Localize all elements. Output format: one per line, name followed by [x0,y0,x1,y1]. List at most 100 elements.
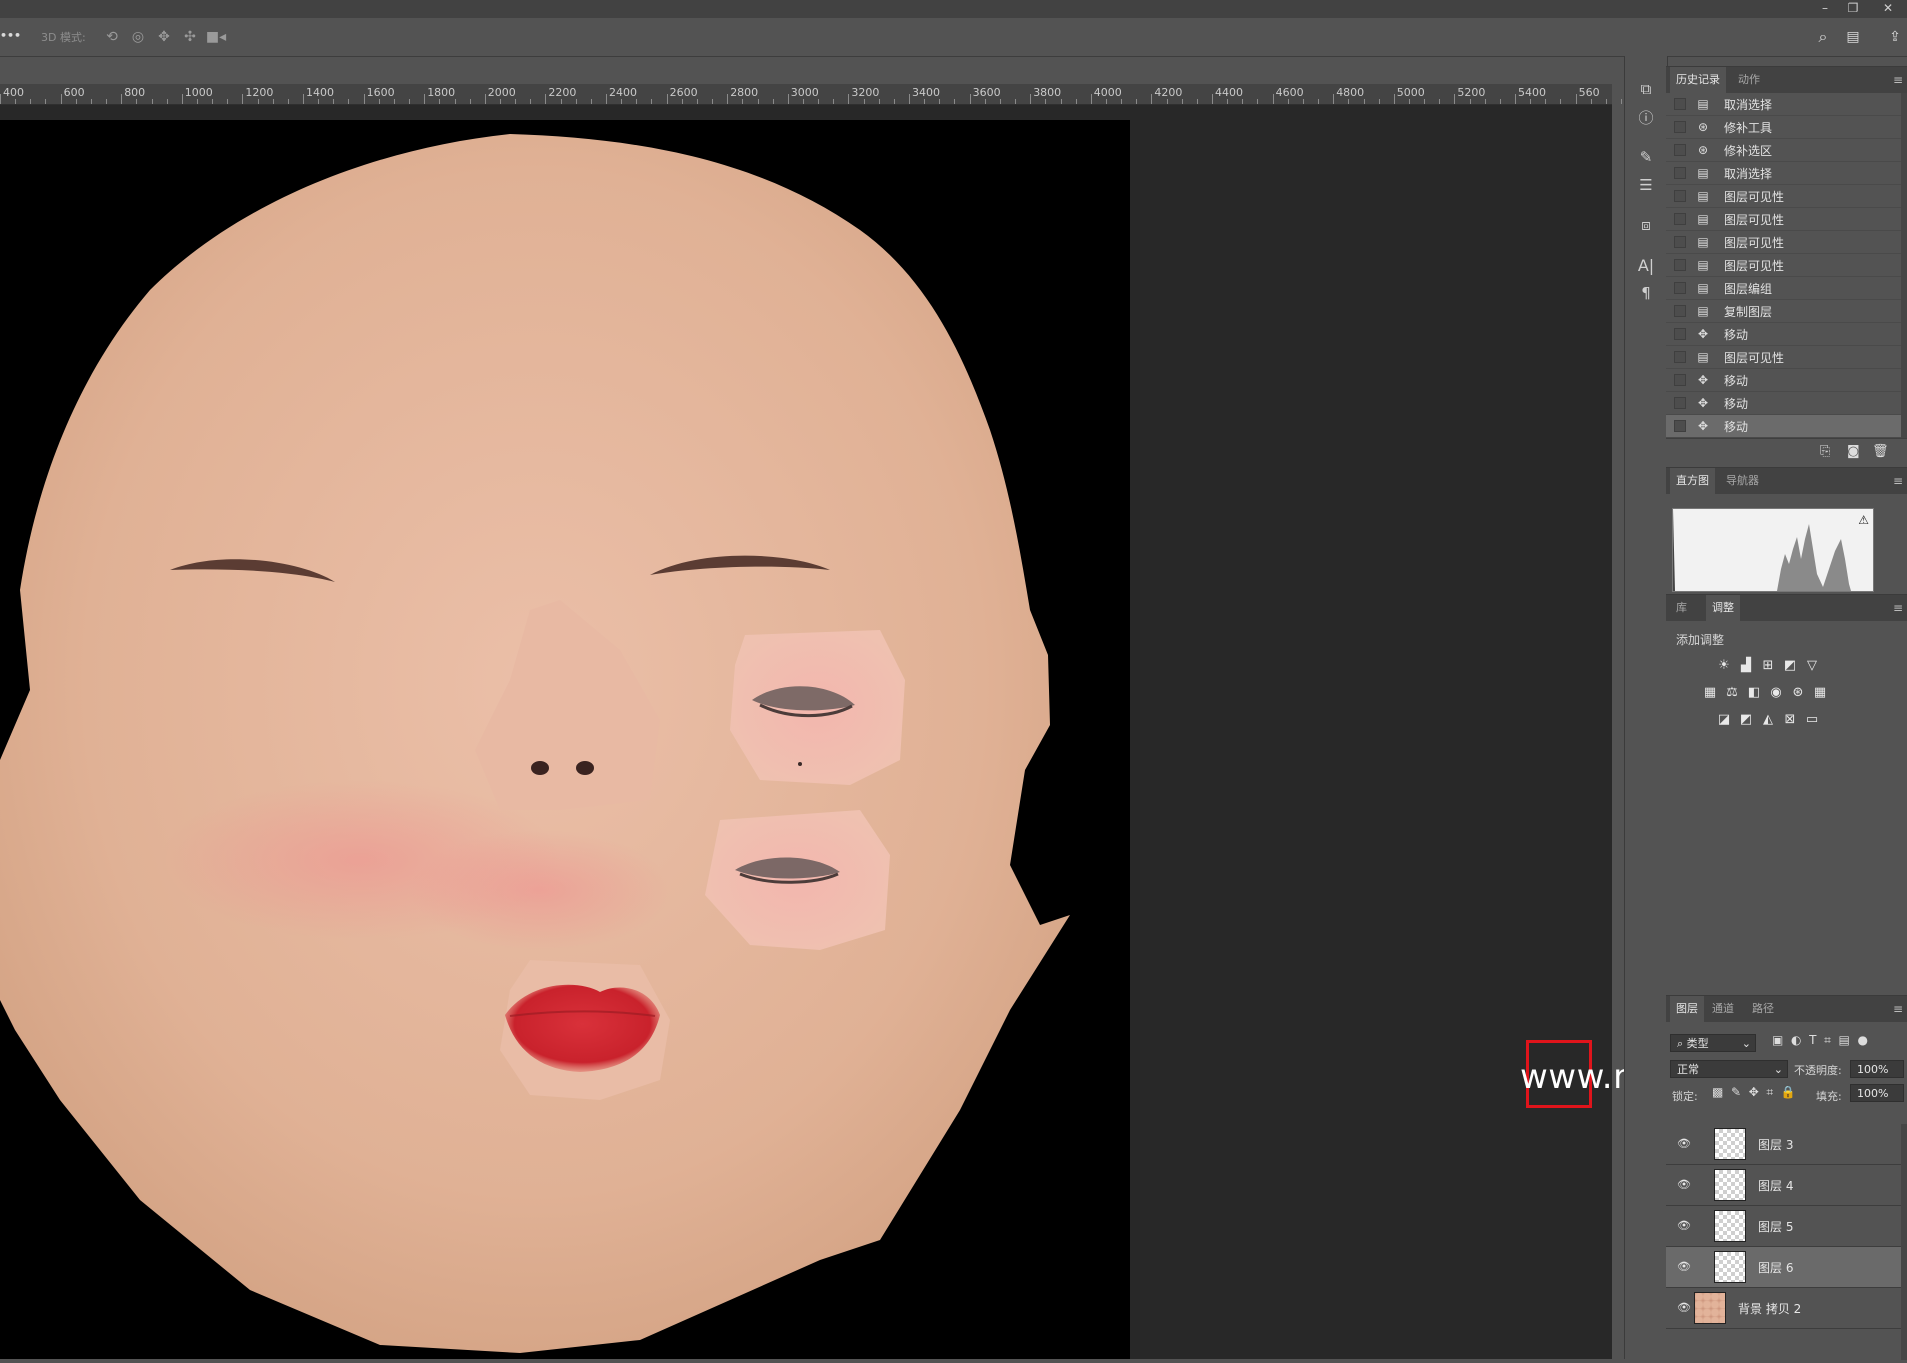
adjustments-menu-icon[interactable]: ≡ [1893,601,1903,615]
brush-presets-icon[interactable]: ☰ [1635,174,1657,196]
histogram-menu-icon[interactable]: ≡ [1893,474,1903,488]
history-scrollbar[interactable] [1901,93,1907,438]
history-checkbox[interactable] [1674,282,1686,294]
history-checkbox[interactable] [1674,374,1686,386]
opacity-field[interactable]: 100% [1850,1060,1904,1078]
filter-toggle-icon[interactable]: ● [1857,1033,1867,1047]
history-item[interactable]: ▤ 复制图层 [1666,300,1907,323]
snapshot-icon[interactable]: ◙ [1847,444,1860,459]
search-icon[interactable]: ⌕ [1813,27,1833,47]
history-checkbox[interactable] [1674,98,1686,110]
history-item[interactable]: ✥ 移动 [1666,369,1907,392]
slide-3d-icon[interactable]: ✣ [180,27,200,47]
layers-scrollbar[interactable] [1901,1124,1907,1360]
workspace-icon[interactable]: ▤ [1843,27,1863,47]
eye-icon[interactable]: 👁 [1676,1218,1692,1234]
filter-adjustment-icon[interactable]: ◐ [1791,1033,1801,1047]
lock-transparent-icon[interactable]: ▩ [1712,1085,1723,1099]
eye-icon[interactable]: 👁 [1676,1177,1692,1193]
restore-button[interactable]: ❐ [1840,0,1866,18]
hue-saturation-icon[interactable]: ▦ [1702,685,1718,701]
curves-icon[interactable]: ⊞ [1760,658,1776,674]
info-icon[interactable]: ⓘ [1635,106,1657,128]
roll-3d-icon[interactable]: ◎ [128,27,148,47]
history-checkbox[interactable] [1674,144,1686,156]
histogram-warning-icon[interactable]: ⚠ [1858,513,1869,527]
history-item[interactable]: ▤ 图层可见性 [1666,254,1907,277]
invert-icon[interactable]: ◪ [1716,712,1732,728]
history-checkbox[interactable] [1674,328,1686,340]
history-item[interactable]: ▤ 图层可见性 [1666,185,1907,208]
filter-pixel-icon[interactable]: ▣ [1772,1033,1783,1047]
history-item[interactable]: ▤ 图层可见性 [1666,346,1907,369]
filter-shape-icon[interactable]: ⌗ [1824,1033,1831,1047]
history-checkbox[interactable] [1674,259,1686,271]
history-item[interactable]: ▤ 图层可见性 [1666,208,1907,231]
tab-libraries[interactable]: 库 [1670,595,1693,621]
clone-source-icon[interactable]: ⧈ [1635,214,1657,236]
more-options-icon[interactable]: ••• [0,29,21,42]
scale-3d-icon[interactable]: ■◂ [206,27,226,47]
pan-3d-icon[interactable]: ✥ [154,27,174,47]
layers-menu-icon[interactable]: ≡ [1893,1002,1903,1016]
history-item[interactable]: ▤ 图层可见性 [1666,231,1907,254]
eye-icon[interactable]: 👁 [1676,1300,1692,1316]
layer-row[interactable]: 👁 图层 3 [1666,1124,1901,1165]
history-item[interactable]: ▤ 取消选择 [1666,93,1907,116]
lock-position-icon[interactable]: ✥ [1749,1085,1759,1099]
tab-navigator[interactable]: 导航器 [1720,468,1765,494]
tab-paths[interactable]: 路径 [1746,996,1780,1022]
fill-field[interactable]: 100% [1850,1084,1904,1102]
color-balance-icon[interactable]: ⚖ [1724,685,1740,701]
history-checkbox[interactable] [1674,121,1686,133]
tab-adjustments[interactable]: 调整 [1706,595,1740,621]
threshold-icon[interactable]: ◭ [1760,712,1776,728]
layer-row[interactable]: 👁 图层 4 [1666,1165,1901,1206]
tab-histogram[interactable]: 直方图 [1670,468,1715,494]
gradient-map-icon[interactable]: ▭ [1804,712,1820,728]
posterize-icon[interactable]: ◩ [1738,712,1754,728]
blend-mode-select[interactable]: 正常 ⌄ [1670,1060,1788,1078]
vibrance-icon[interactable]: ▽ [1804,658,1820,674]
layer-filter-select[interactable]: ⌕ 类型 ⌄ [1670,1034,1756,1052]
history-checkbox[interactable] [1674,213,1686,225]
new-document-from-state-icon[interactable]: ⎘ [1820,444,1830,459]
history-checkbox[interactable] [1674,351,1686,363]
3d-panel-icon[interactable]: ⧉ [1635,78,1657,100]
black-white-icon[interactable]: ◧ [1746,685,1762,701]
layer-row[interactable]: 👁 图层 6 [1666,1247,1901,1288]
eye-icon[interactable]: 👁 [1676,1136,1692,1152]
color-lookup-icon[interactable]: ▦ [1812,685,1828,701]
lock-image-icon[interactable]: ✎ [1731,1085,1741,1099]
canvas-area[interactable]: www.metacosmic.cc [0,105,1874,1359]
brush-settings-icon[interactable]: ✎ [1635,146,1657,168]
filter-smart-icon[interactable]: ▤ [1839,1033,1850,1047]
history-item[interactable]: ✥ 移动 [1666,392,1907,415]
history-item[interactable]: ▤ 取消选择 [1666,162,1907,185]
levels-icon[interactable]: ▟ [1738,658,1754,674]
lock-artboard-icon[interactable]: ⌗ [1766,1085,1773,1099]
minimize-button[interactable]: – [1812,0,1838,18]
eye-icon[interactable]: 👁 [1676,1259,1692,1275]
photo-filter-icon[interactable]: ◉ [1768,685,1784,701]
character-icon[interactable]: A| [1635,254,1657,276]
exposure-icon[interactable]: ◩ [1782,658,1798,674]
share-icon[interactable]: ⇪ [1885,27,1905,47]
delete-icon[interactable]: 🗑 [1872,444,1889,459]
history-item[interactable]: ⊛ 修补选区 [1666,139,1907,162]
history-checkbox[interactable] [1674,236,1686,248]
history-menu-icon[interactable]: ≡ [1893,73,1903,87]
paragraph-icon[interactable]: ¶ [1635,282,1657,304]
document-canvas[interactable] [0,120,1130,1359]
selective-color-icon[interactable]: ⊠ [1782,712,1798,728]
history-item[interactable]: ▤ 图层编组 [1666,277,1907,300]
history-item[interactable]: ⊛ 修补工具 [1666,116,1907,139]
tab-history[interactable]: 历史记录 [1670,67,1726,93]
filter-type-icon[interactable]: T [1809,1033,1816,1047]
tab-layers[interactable]: 图层 [1670,996,1704,1022]
rotate-3d-icon[interactable]: ⟲ [102,27,122,47]
history-item[interactable]: ✥ 移动 [1666,415,1907,438]
layer-row[interactable]: 👁 背景 拷贝 2 [1666,1288,1901,1329]
history-checkbox[interactable] [1674,167,1686,179]
history-checkbox[interactable] [1674,420,1686,432]
